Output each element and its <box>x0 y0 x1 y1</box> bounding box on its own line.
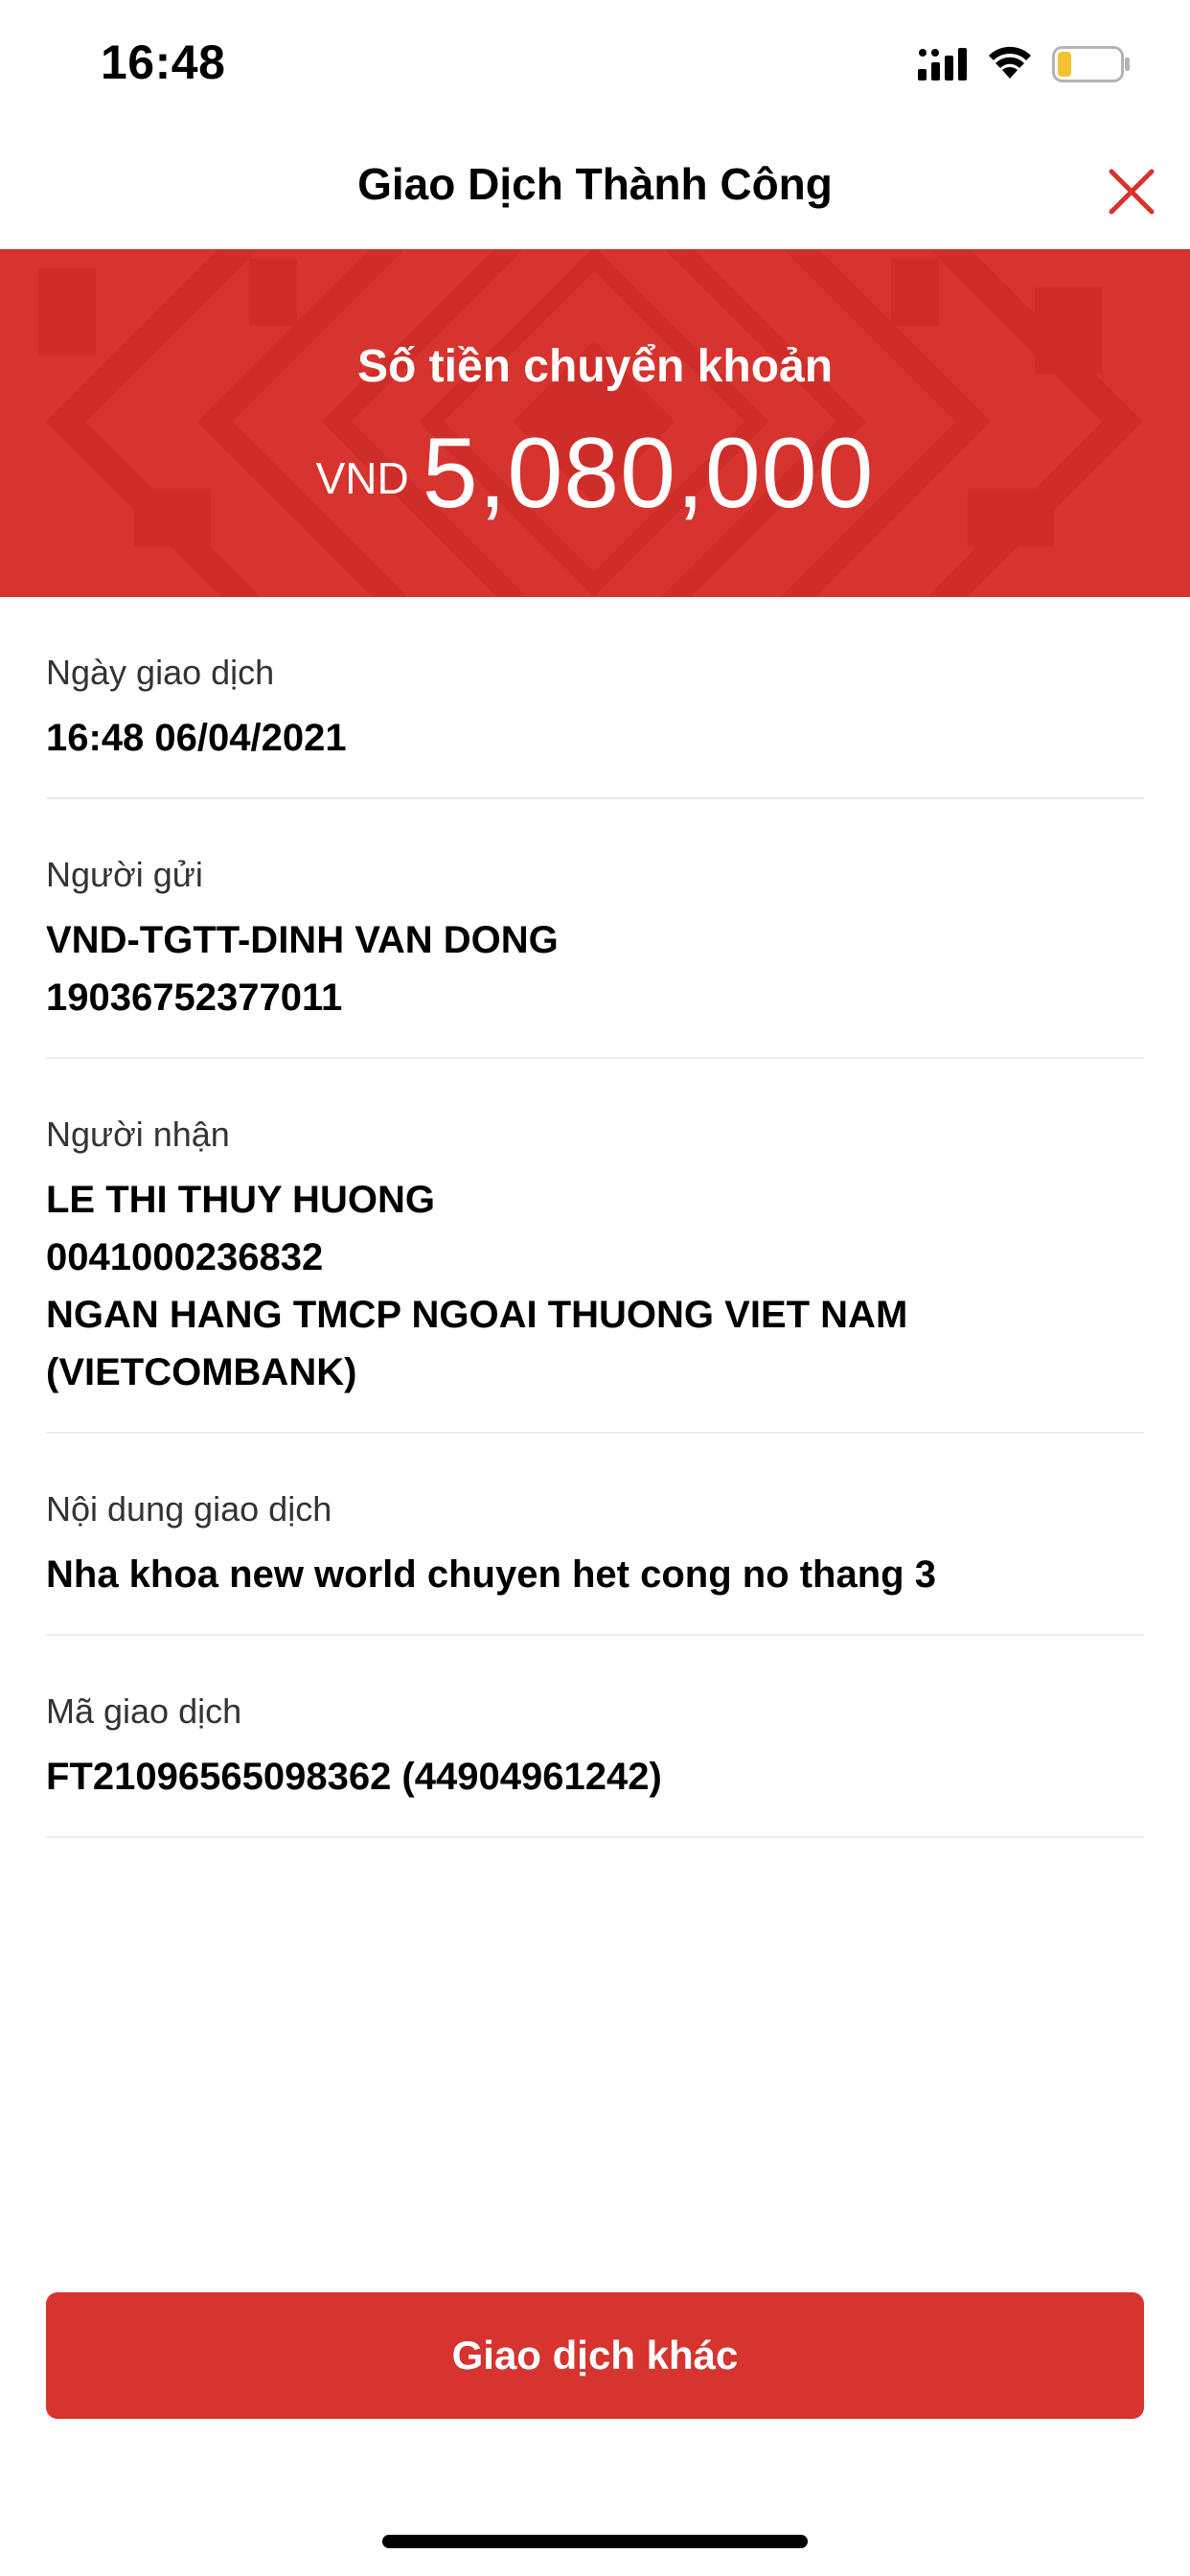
sender-name: VND-TGTT-DINH VAN DONG <box>46 919 559 961</box>
detail-sender: Người gửi VND-TGTT-DINH VAN DONG 1903675… <box>46 799 1144 1059</box>
detail-label: Mã giao dịch <box>46 1691 242 1731</box>
transfer-amount: 5,080,000 <box>422 418 875 529</box>
detail-transaction-date: Ngày giao dịch 16:48 06/04/2021 <box>46 597 1144 799</box>
detail-label: Ngày giao dịch <box>46 653 275 692</box>
sender-account: 19036752377011 <box>46 977 343 1019</box>
detail-label: Người nhận <box>46 1115 230 1154</box>
recipient-name: LE THI THUY HUONG <box>46 1179 435 1221</box>
amount-label: Số tiền chuyển khoản <box>356 341 834 392</box>
header: Giao Dịch Thành Công <box>0 129 1190 250</box>
new-transaction-button[interactable]: Giao dịch khác <box>46 2292 1144 2419</box>
recipient-bank-short: (VIETCOMBANK) <box>46 1351 357 1393</box>
detail-label: Người gửi <box>46 855 203 894</box>
close-icon[interactable] <box>1102 162 1161 221</box>
description-value: Nha khoa new world chuyen het cong no th… <box>46 1553 936 1596</box>
amount-banner: Số tiền chuyển khoản VND 5,080,000 <box>0 249 1190 597</box>
detail-label: Nội dung giao dịch <box>46 1489 332 1529</box>
recipient-account: 0041000236832 <box>46 1236 324 1278</box>
page-title: Giao Dịch Thành Công <box>357 159 833 209</box>
detail-description: Nội dung giao dịch Nha khoa new world ch… <box>46 1434 1144 1636</box>
signal-icon <box>918 48 967 80</box>
recipient-bank: NGAN HANG TMCP NGOAI THUONG VIET NAM <box>46 1294 908 1336</box>
transaction-details: Ngày giao dịch 16:48 06/04/2021 Người gử… <box>46 597 1144 1838</box>
home-indicator <box>382 2535 808 2548</box>
detail-value: 16:48 06/04/2021 <box>46 717 347 759</box>
wifi-icon <box>989 46 1031 79</box>
detail-transaction-id: Mã giao dịch FT21096565098362 (449049612… <box>46 1636 1144 1838</box>
detail-recipient: Người nhận LE THI THUY HUONG 00410002368… <box>46 1059 1144 1434</box>
battery-icon <box>1052 46 1130 82</box>
status-time: 16:48 <box>101 35 226 89</box>
amount-row: VND 5,080,000 <box>0 417 1190 531</box>
currency-code: VND <box>315 453 409 503</box>
transaction-id-value: FT21096565098362 (44904961242) <box>46 1756 662 1798</box>
status-bar: 16:48 <box>0 0 1190 129</box>
